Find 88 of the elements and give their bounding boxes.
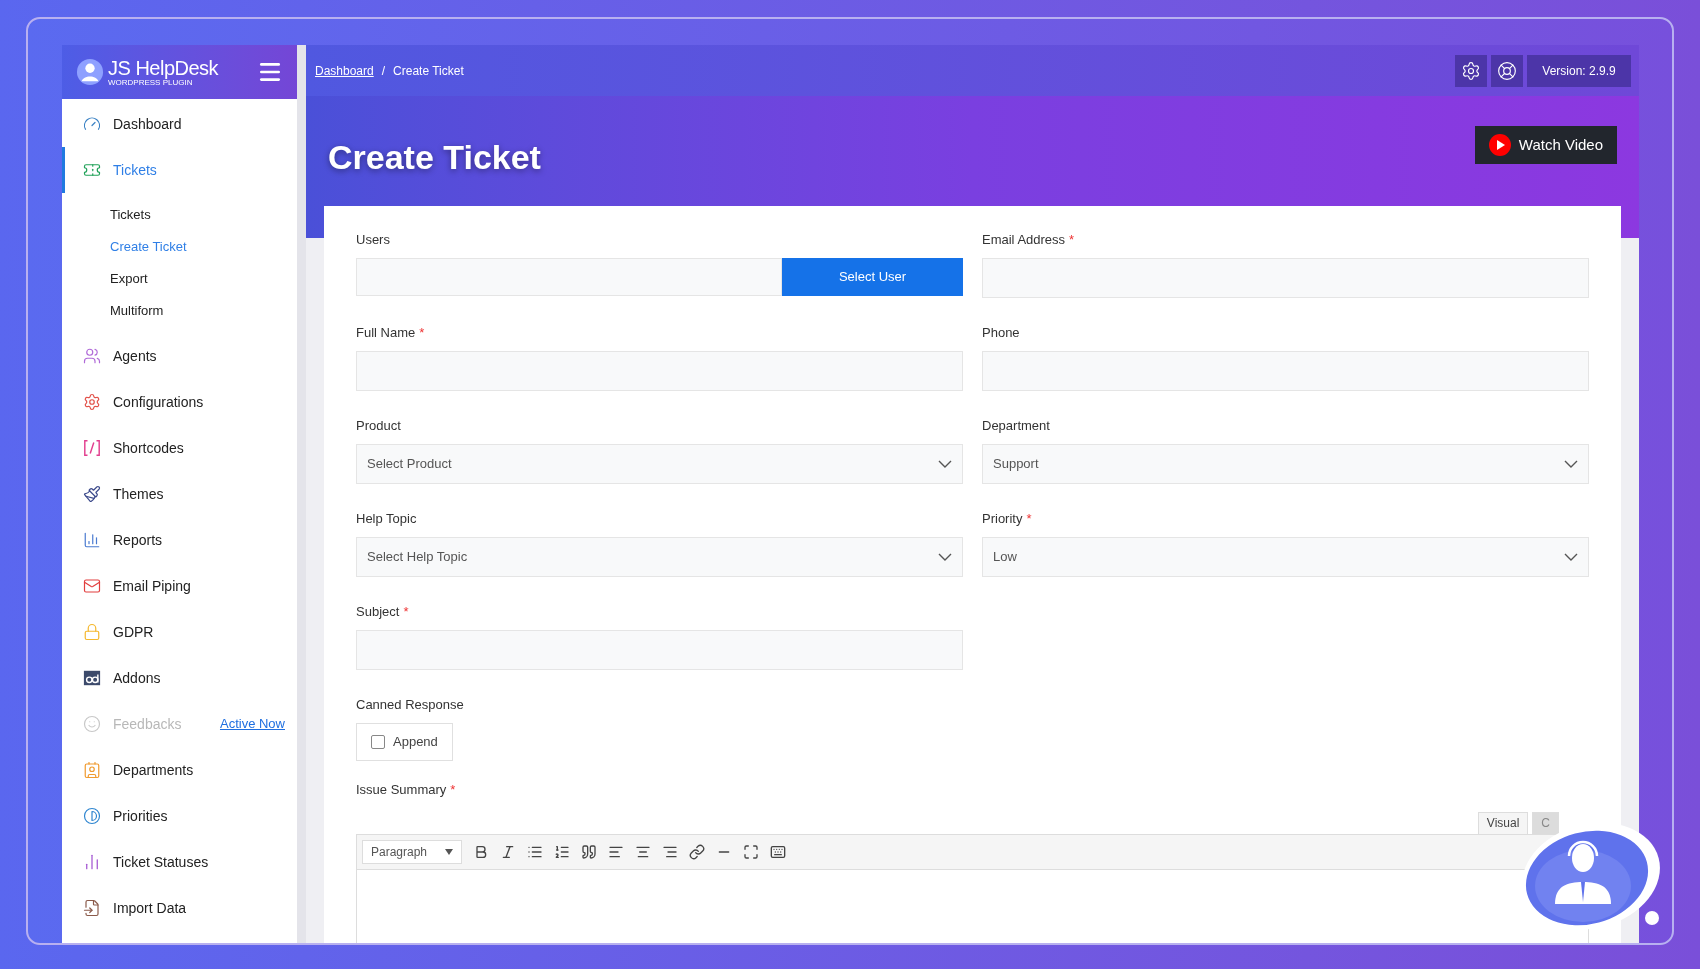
chevron-icon [1564, 459, 1578, 468]
chevron-icon [938, 459, 952, 468]
logo-text: JS HelpDesk [108, 57, 219, 78]
submenu-item[interactable]: Create Ticket [62, 231, 297, 263]
select-field[interactable]: Select Product [356, 443, 963, 484]
numbered-list-icon[interactable] [554, 843, 570, 860]
keyboard-icon[interactable] [770, 843, 786, 860]
sidebar-item[interactable]: Tickets [62, 147, 297, 193]
fullscreen-icon[interactable] [743, 843, 759, 860]
logo-subtitle: WORDPRESS PLUGIN [108, 78, 193, 87]
editor-tab[interactable]: Visual [1477, 811, 1529, 834]
user-field[interactable] [356, 257, 782, 296]
submenu-item[interactable]: Multiform [62, 295, 297, 327]
ad-icon [83, 669, 101, 687]
field-label: Issue Summary [356, 781, 447, 799]
id-card-icon [83, 761, 101, 779]
bar-chart-icon [83, 531, 101, 549]
required-mark: * [1069, 231, 1075, 249]
quote-icon[interactable] [581, 843, 597, 860]
select-field[interactable]: Select Help Topic [356, 536, 963, 577]
contrast-icon [83, 807, 101, 825]
input-field[interactable] [356, 350, 963, 391]
lifebuoy-icon [1497, 60, 1517, 81]
field-label: Priority [982, 510, 1023, 528]
input-field[interactable] [356, 629, 963, 670]
select-user-button[interactable]: Select User [782, 257, 963, 296]
sidebar-item[interactable]: Import Data [62, 885, 297, 931]
required-mark: * [403, 603, 409, 621]
select-field[interactable]: Support [982, 443, 1589, 484]
sidebar-item[interactable]: Ticket Statuses [62, 839, 297, 885]
append-checkbox[interactable]: Append [356, 722, 453, 761]
help-button[interactable] [1491, 54, 1523, 87]
sidebar-item[interactable]: Themes [62, 471, 297, 517]
settings-button[interactable] [1455, 54, 1487, 87]
field-label: Canned Response [356, 697, 464, 712]
caret-icon [445, 848, 453, 855]
people-icon [83, 347, 101, 365]
page-title: Create Ticket [328, 137, 541, 178]
play-icon [1488, 134, 1511, 156]
version-badge: Version: 2.9.9 [1527, 54, 1631, 87]
select-field[interactable]: Low [982, 536, 1589, 577]
mail-icon [83, 577, 101, 595]
smile-icon [83, 715, 101, 733]
brush-icon [83, 485, 101, 503]
sidebar-item[interactable]: Agents [62, 333, 297, 379]
submenu-item[interactable]: Export [62, 263, 297, 295]
import-icon [83, 899, 101, 917]
sidebar-item[interactable]: Reports [62, 517, 297, 563]
required-mark: * [1026, 510, 1032, 528]
sidebar-item[interactable]: Dashboard [62, 101, 297, 147]
gear-icon [1461, 60, 1481, 81]
watch-video-button[interactable]: Watch Video [1474, 126, 1617, 164]
link-icon[interactable] [689, 843, 705, 860]
ticket-icon [83, 161, 101, 179]
field-label: Subject [356, 603, 400, 621]
brackets-icon [83, 439, 101, 457]
format-select[interactable]: Paragraph [362, 839, 462, 864]
required-mark: * [419, 324, 425, 342]
field-label: Product [356, 417, 401, 435]
required-mark: * [450, 781, 456, 799]
sidebar-item[interactable]: Addons [62, 655, 297, 701]
gear-icon [83, 393, 101, 411]
breadcrumb-link[interactable]: Dashboard [315, 61, 374, 80]
field-label: Help Topic [356, 510, 417, 528]
sidebar-item[interactable]: Priorities [62, 793, 297, 839]
field-label: Users [356, 231, 390, 249]
bold-icon[interactable] [473, 843, 489, 860]
submenu-item[interactable]: Tickets [62, 199, 297, 231]
input-field[interactable] [982, 257, 1589, 298]
breadcrumb-separator: / [381, 62, 386, 80]
field-label: Phone [982, 324, 1020, 342]
breadcrumb-current: Create Ticket [393, 62, 464, 80]
sidebar-item[interactable]: GDPR [62, 609, 297, 655]
field-label: Department [982, 417, 1050, 435]
italic-icon[interactable] [500, 843, 516, 860]
lock-icon [83, 623, 101, 641]
logo-icon [76, 58, 104, 86]
field-label: Full Name [356, 324, 416, 342]
input-field[interactable] [982, 350, 1589, 391]
dashboard-icon [83, 115, 101, 133]
sidebar-item[interactable]: Departments [62, 747, 297, 793]
chart-icon [83, 853, 101, 871]
field-label: Email Address [982, 231, 1066, 249]
chevron-icon [1564, 552, 1578, 561]
chevron-icon [938, 552, 952, 561]
sidebar-item[interactable]: Shortcodes [62, 425, 297, 471]
sidebar-item[interactable]: Configurations [62, 379, 297, 425]
sidebar-item[interactable]: Email Piping [62, 563, 297, 609]
